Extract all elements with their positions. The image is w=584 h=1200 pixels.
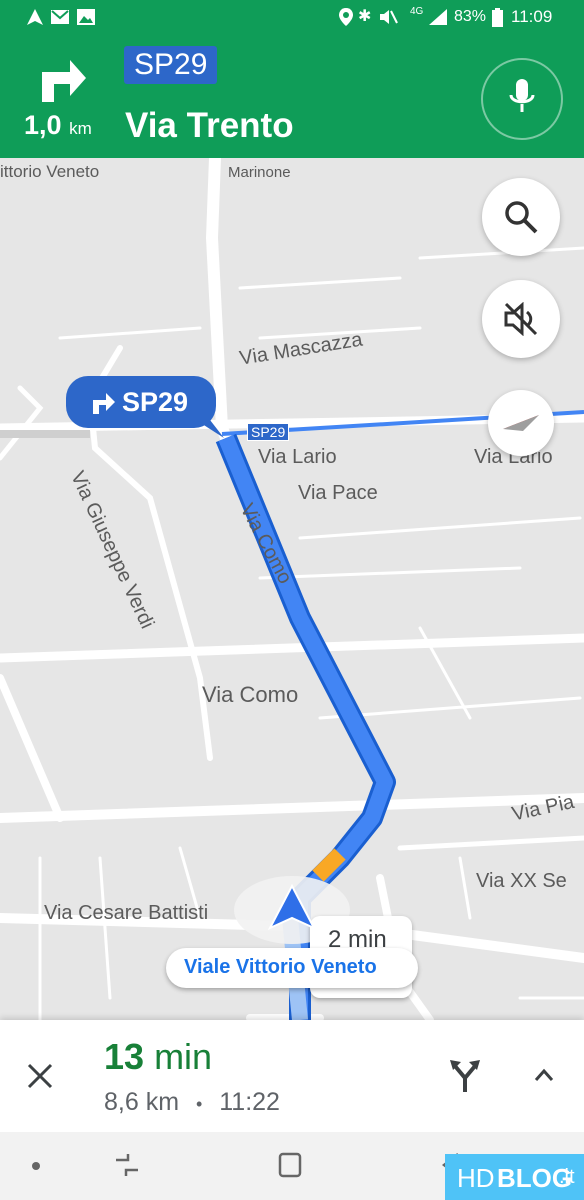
status-bar: ✱ 4G 83% 11:09 xyxy=(0,0,584,34)
map-label: Via Como xyxy=(202,682,299,707)
map-label: Via XX Se xyxy=(476,870,567,892)
map-label: Via Cesare Battisti xyxy=(44,902,209,924)
separator: • xyxy=(195,1094,203,1114)
home-icon[interactable] xyxy=(278,1152,302,1178)
location-icon xyxy=(339,8,353,26)
turn-right-arrow-icon xyxy=(42,60,86,102)
mute-voice-button[interactable] xyxy=(482,280,560,358)
search-icon xyxy=(505,201,538,234)
route-shield: SP29 xyxy=(124,46,218,84)
street-name: Via Trento xyxy=(125,106,294,145)
distance-unit: km xyxy=(69,119,92,138)
callout-label: SP29 xyxy=(122,387,189,417)
eta-minutes: 13 xyxy=(104,1036,145,1077)
battery-icon xyxy=(492,8,503,27)
search-button[interactable] xyxy=(482,178,560,256)
bluetooth-icon: ✱ xyxy=(358,8,372,25)
map-label: Via Pace xyxy=(298,482,378,504)
callout-pointer xyxy=(196,420,224,438)
gallery-icon xyxy=(77,9,95,25)
recents-icon[interactable] xyxy=(114,1152,140,1178)
eta-unit: min xyxy=(154,1036,213,1077)
battery-percentage: 83% xyxy=(454,8,487,25)
chevron-up-icon[interactable] xyxy=(534,1068,554,1082)
turn-right-icon xyxy=(93,393,115,414)
map-label: Marinone xyxy=(228,164,291,181)
maneuver-distance: 1,0 km xyxy=(24,110,92,141)
compass-button[interactable] xyxy=(488,390,554,456)
route-shield-small: SP29 xyxy=(247,423,290,441)
alternate-routes-icon[interactable] xyxy=(450,1058,480,1094)
voice-search-button[interactable] xyxy=(481,58,563,140)
trip-details: 8,6 km • 11:22 xyxy=(104,1088,280,1117)
sound-off-icon xyxy=(504,302,538,336)
arrival-time: 11:22 xyxy=(219,1088,280,1116)
navigation-header[interactable]: 1,0 km SP29 Via Trento xyxy=(0,34,584,158)
navigation-icon xyxy=(27,9,43,25)
distance-value: 1,0 xyxy=(24,110,62,140)
hdblog-watermark: HD BLOG .it xyxy=(445,1154,584,1200)
close-icon[interactable] xyxy=(26,1062,54,1090)
signal-icon xyxy=(429,9,447,25)
compass-icon xyxy=(503,415,539,431)
watermark-tld: .it xyxy=(559,1166,575,1188)
dot-icon[interactable] xyxy=(30,1160,42,1172)
eta-duration: 13 min xyxy=(104,1036,212,1078)
current-location-arrow-icon xyxy=(268,884,316,931)
gmail-icon xyxy=(51,10,69,24)
clock: 11:09 xyxy=(511,7,553,26)
map-view[interactable]: ittorio Veneto Marinone Via Mascazza Via… xyxy=(0,158,584,1020)
system-navigation-bar: HD BLOG .it xyxy=(0,1132,584,1200)
current-street-label: Viale Vittorio Veneto xyxy=(166,948,418,988)
network-type: 4G xyxy=(410,6,424,17)
trip-distance: 8,6 km xyxy=(104,1088,180,1116)
watermark-hd: HD xyxy=(457,1163,495,1193)
turn-callout[interactable]: SP29 xyxy=(66,376,216,428)
current-street-text: Viale Vittorio Veneto xyxy=(184,956,377,978)
map-label: ittorio Veneto xyxy=(0,162,100,181)
map-label: Via Lario xyxy=(258,446,337,468)
mute-icon xyxy=(380,10,398,24)
trip-summary-panel[interactable]: 13 min 8,6 km • 11:22 xyxy=(0,1020,584,1132)
microphone-icon xyxy=(509,79,535,112)
